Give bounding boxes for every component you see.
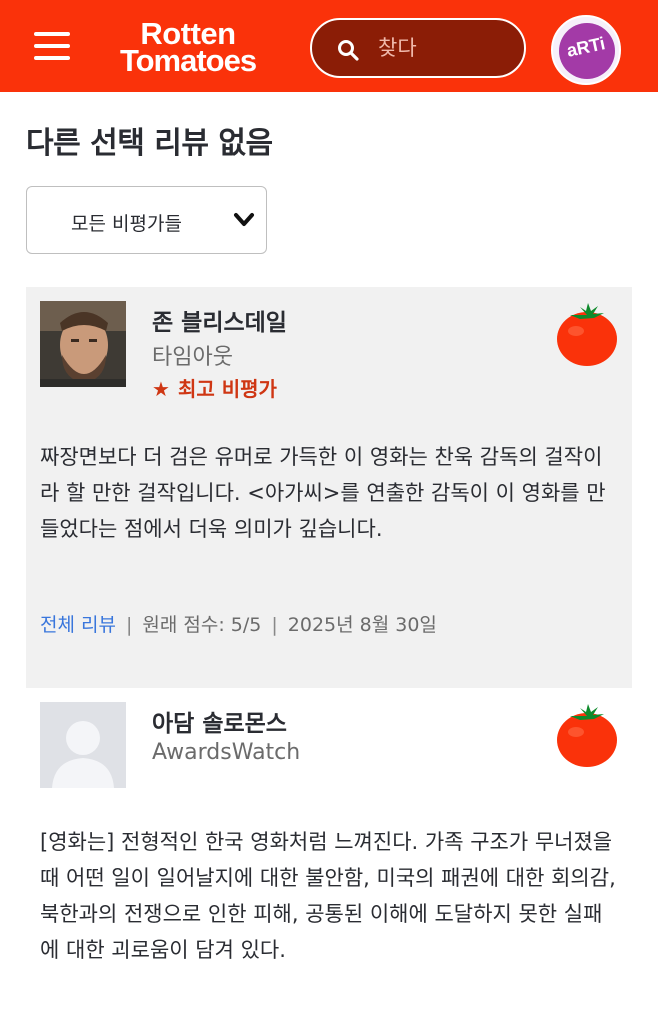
review-card: 아담 솔로몬스 AwardsWatch [영화는] 전형적인 한국 영화처럼 느… [26,688,632,1017]
user-avatar[interactable]: aRTi [551,15,621,85]
critic-name[interactable]: 존 블리스데일 [152,303,287,337]
fresh-tomato-icon [557,704,617,767]
fresh-tomato-icon [557,303,617,366]
review-quote: 짜장면보다 더 검은 유머로 가득한 이 영화는 찬욱 감독의 걸작이라 할 만… [40,445,606,541]
top-critic-badge: ★ 최고 비평가 [152,373,277,402]
hamburger-menu-icon[interactable] [34,30,72,62]
search-box[interactable] [310,18,526,78]
review-card: 존 블리스데일 타임아웃 ★ 최고 비평가 짜장면보다 더 검은 유머로 가득한 … [26,287,632,688]
original-score: 원래 점수: 5/5 [142,614,262,636]
publication-name[interactable]: AwardsWatch [152,740,300,765]
page-title: 다른 선택 리뷰 없음 [26,126,273,161]
review-quote: [영화는] 전형적인 한국 영화처럼 느껴진다. 가족 구조가 무너졌을 때 어… [40,830,616,962]
filter-label: 모든 비평가들 [71,213,182,235]
divider: | [125,614,133,636]
publication-name[interactable]: 타임아웃 [152,339,233,371]
top-nav-bar: Rotten Tomatoes aRTi [0,0,658,92]
top-critic-label: 최고 비평가 [177,377,277,401]
search-icon [336,38,360,62]
chevron-down-icon [234,213,254,226]
review-date: 2025년 8월 30일 [287,614,437,636]
full-review-link[interactable]: 전체 리뷰 [40,614,116,636]
review-meta: 전체 리뷰 | 원래 점수: 5/5 | 2025년 8월 30일 [40,610,437,637]
default-avatar-icon [40,702,126,788]
rotten-tomatoes-logo[interactable]: Rotten Tomatoes [92,18,284,78]
critic-name[interactable]: 아담 솔로몬스 [152,704,287,738]
star-icon: ★ [152,377,170,401]
logo-line-2: Tomatoes [119,43,257,78]
search-input[interactable] [378,33,514,63]
divider: | [271,614,278,636]
critic-photo[interactable] [40,301,126,387]
critic-photo-placeholder[interactable] [40,702,126,788]
critics-filter-dropdown[interactable]: 모든 비평가들 [26,186,267,254]
